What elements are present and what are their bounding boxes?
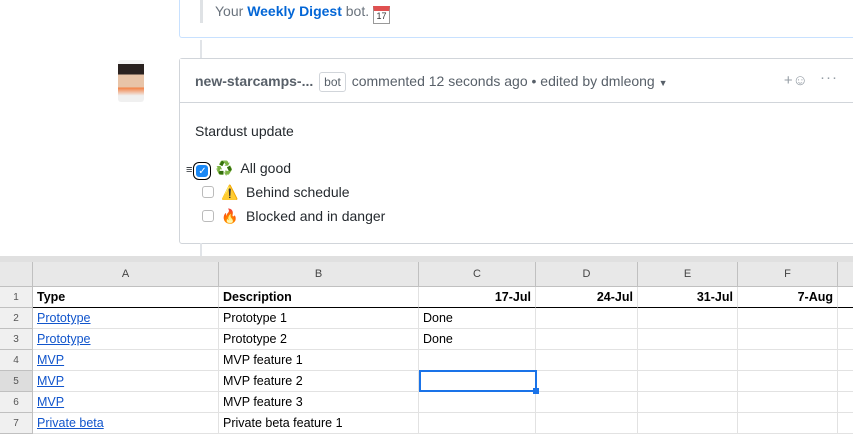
cell[interactable]: Prototype: [33, 308, 219, 329]
cell[interactable]: [838, 371, 853, 392]
cell[interactable]: [838, 350, 853, 371]
cell[interactable]: [638, 308, 738, 329]
column-header-C[interactable]: C: [419, 262, 536, 287]
cell[interactable]: [838, 308, 853, 329]
cell[interactable]: [738, 350, 838, 371]
task-item: ⚠️ Behind schedule: [202, 181, 350, 203]
add-reaction-icon[interactable]: +☺: [784, 59, 808, 103]
comment-title: Stardust update: [195, 123, 294, 139]
cell[interactable]: [638, 371, 738, 392]
cell[interactable]: [536, 392, 638, 413]
cell[interactable]: MVP feature 3: [219, 392, 419, 413]
fire-icon: 🔥: [221, 208, 239, 224]
cell[interactable]: Private beta: [33, 413, 219, 434]
row-header[interactable]: 4: [0, 350, 33, 371]
cell[interactable]: [419, 413, 536, 434]
cell[interactable]: [536, 308, 638, 329]
task-item: ≡ ✓ ♻️ All good: [186, 157, 291, 179]
column-header-D[interactable]: D: [536, 262, 638, 287]
cell[interactable]: 7-Aug: [738, 287, 838, 308]
cell[interactable]: [838, 413, 853, 434]
calendar-icon: 17: [373, 6, 390, 24]
cell[interactable]: Description: [219, 287, 419, 308]
column-header-E[interactable]: E: [638, 262, 738, 287]
row-header[interactable]: 7: [0, 413, 33, 434]
task-checkbox[interactable]: [202, 186, 214, 198]
fill-handle[interactable]: [533, 388, 539, 394]
task-item: 🔥 Blocked and in danger: [202, 205, 385, 227]
cell[interactable]: [536, 413, 638, 434]
cell[interactable]: [738, 308, 838, 329]
cell[interactable]: [536, 329, 638, 350]
cell[interactable]: [838, 287, 853, 308]
cell[interactable]: [738, 392, 838, 413]
warning-icon: ⚠️: [221, 184, 239, 200]
timeline-line: [200, 243, 202, 256]
cell[interactable]: [738, 329, 838, 350]
cell[interactable]: MVP: [33, 350, 219, 371]
drag-handle-icon[interactable]: ≡: [186, 164, 192, 176]
bot-badge: bot: [319, 72, 346, 92]
cell[interactable]: MVP feature 1: [219, 350, 419, 371]
comment-header: new-starcamps-... bot commented 12 secon…: [180, 59, 853, 103]
cell[interactable]: 31-Jul: [638, 287, 738, 308]
github-issue-timeline: Your Weekly Digest bot. 17 new-starcamps…: [0, 0, 853, 256]
chevron-down-icon[interactable]: ▼: [659, 78, 668, 88]
cell[interactable]: [638, 413, 738, 434]
cell[interactable]: Done: [419, 329, 536, 350]
cell[interactable]: Done: [419, 308, 536, 329]
cell[interactable]: MVP feature 2: [219, 371, 419, 392]
cell[interactable]: [536, 371, 638, 392]
cell[interactable]: Prototype: [33, 329, 219, 350]
cell[interactable]: MVP: [33, 392, 219, 413]
comment-body: Stardust update: [180, 103, 853, 159]
spreadsheet: A B C D E F 1 Type Description 17-Jul 24-Jul 31-Jul…: [0, 256, 853, 434]
cell[interactable]: Prototype 1: [219, 308, 419, 329]
column-header-G[interactable]: [838, 262, 853, 287]
row-header[interactable]: 3: [0, 329, 33, 350]
comment-meta[interactable]: commented 12 seconds ago • edited by dml…: [352, 73, 655, 89]
cell[interactable]: [838, 392, 853, 413]
row-header[interactable]: 5: [0, 371, 33, 392]
selected-cell[interactable]: [419, 370, 539, 394]
cell[interactable]: Type: [33, 287, 219, 308]
cell[interactable]: [738, 371, 838, 392]
cell[interactable]: [419, 350, 536, 371]
cell[interactable]: Private beta feature 1: [219, 413, 419, 434]
cell[interactable]: Prototype 2: [219, 329, 419, 350]
blockquote: Your Weekly Digest bot. 17: [200, 0, 390, 24]
row-header[interactable]: 6: [0, 392, 33, 413]
row-header[interactable]: 2: [0, 308, 33, 329]
task-checkbox[interactable]: ✓: [196, 165, 209, 177]
task-checkbox[interactable]: [202, 210, 214, 222]
previous-comment: Your Weekly Digest bot. 17: [179, 0, 853, 38]
recycle-icon: ♻️: [215, 160, 234, 176]
cell[interactable]: 17-Jul: [419, 287, 536, 308]
cell[interactable]: [536, 350, 638, 371]
column-header-F[interactable]: F: [738, 262, 838, 287]
cell[interactable]: [738, 413, 838, 434]
weekly-digest-link[interactable]: Weekly Digest: [247, 3, 342, 19]
timeline-line: [200, 40, 202, 58]
cell[interactable]: [419, 392, 536, 413]
comment-author[interactable]: new-starcamps-...: [195, 73, 313, 89]
select-all-corner[interactable]: [0, 262, 33, 287]
row-header[interactable]: 1: [0, 287, 33, 308]
avatar[interactable]: [118, 60, 144, 102]
cell[interactable]: [638, 329, 738, 350]
cell[interactable]: 24-Jul: [536, 287, 638, 308]
column-header-B[interactable]: B: [219, 262, 419, 287]
cell[interactable]: [838, 329, 853, 350]
comment-box: new-starcamps-... bot commented 12 secon…: [179, 58, 853, 244]
cell[interactable]: MVP: [33, 371, 219, 392]
cell[interactable]: [638, 392, 738, 413]
column-header-A[interactable]: A: [33, 262, 219, 287]
more-options-icon[interactable]: ···: [820, 56, 838, 100]
cell[interactable]: [638, 350, 738, 371]
